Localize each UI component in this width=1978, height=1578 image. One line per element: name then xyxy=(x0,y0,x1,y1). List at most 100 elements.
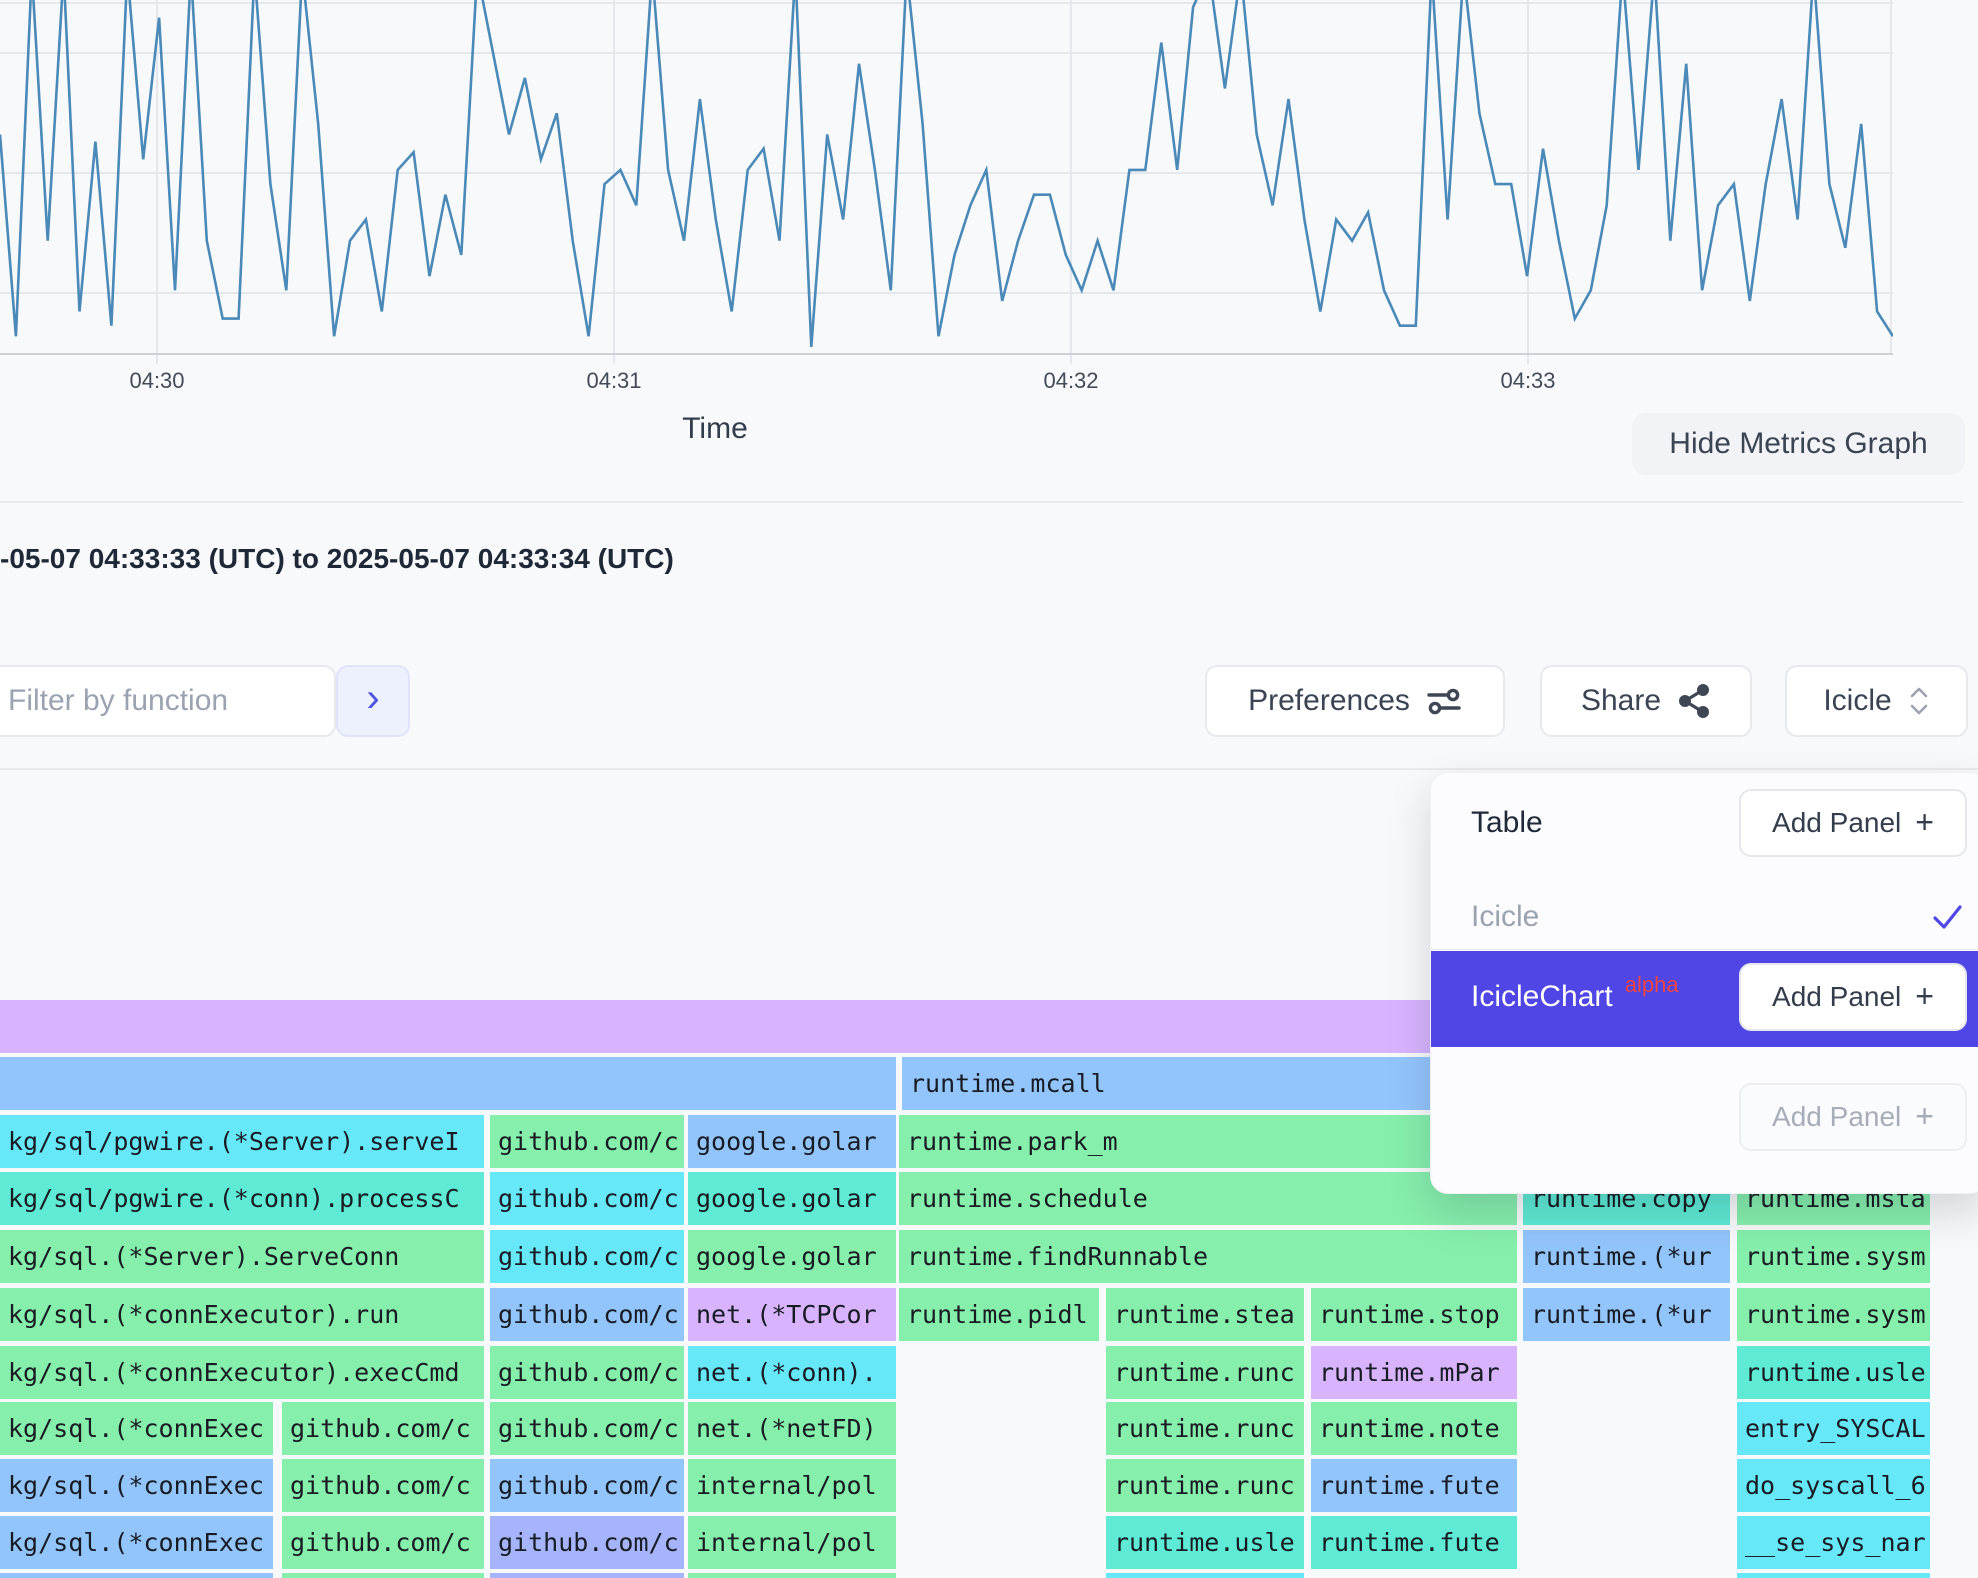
flame-cell[interactable]: runtime.fute xyxy=(1311,1516,1517,1569)
x-axis-tick: 04:33 xyxy=(1468,368,1588,394)
filter-by-function-input[interactable] xyxy=(0,665,336,737)
filter-submit-button[interactable]: › xyxy=(336,665,410,737)
plus-icon: + xyxy=(1915,804,1934,841)
add-panel-label: Add Panel xyxy=(1772,807,1901,839)
flame-cell[interactable] xyxy=(1737,1573,1930,1578)
flame-cell[interactable]: runtime.usle xyxy=(1737,1346,1930,1399)
flame-cell[interactable]: runtime.(*ur xyxy=(1523,1288,1730,1341)
menu-item-table[interactable]: Table xyxy=(1471,806,1543,840)
flame-row: kg/sql.(*connExecgithub.com/cgithub.com/… xyxy=(0,1402,1978,1455)
menu-divider xyxy=(1431,949,1978,950)
check-icon xyxy=(1927,897,1967,937)
flame-cell[interactable]: kg/sql/pgwire.(*Server).serveI xyxy=(0,1115,484,1168)
flame-cell[interactable]: do_syscall_6 xyxy=(1737,1459,1930,1512)
flame-cell[interactable]: runtime.findRunnable xyxy=(899,1230,1517,1283)
flame-cell[interactable]: google.golar xyxy=(688,1115,896,1168)
flame-cell[interactable]: github.com/c xyxy=(282,1402,484,1455)
flame-cell[interactable]: internal/pol xyxy=(688,1516,896,1569)
flame-cell[interactable]: runtime.mPar xyxy=(1311,1346,1517,1399)
flame-row: kg/sql.(*connExecutor).rungithub.com/cne… xyxy=(0,1288,1978,1341)
flame-cell[interactable]: github.com/c xyxy=(490,1115,684,1168)
view-type-menu: Table Add Panel + Icicle IcicleChart alph… xyxy=(1430,772,1978,1194)
flame-cell[interactable]: github.com/c xyxy=(490,1172,684,1225)
profiler-page: 04:3004:3104:3204:33 Time Hide Metrics G… xyxy=(0,0,1978,1578)
flame-cell[interactable]: runtime.runc xyxy=(1106,1346,1304,1399)
add-panel-disabled-button: Add Panel + xyxy=(1739,1083,1967,1151)
alpha-badge: alpha xyxy=(1625,972,1679,997)
flame-cell[interactable]: runtime.stop xyxy=(1311,1288,1517,1341)
flame-cell[interactable] xyxy=(0,1573,273,1578)
flame-cell[interactable]: net.(*netFD) xyxy=(688,1402,896,1455)
view-type-value: Icicle xyxy=(1823,684,1891,718)
flame-cell[interactable]: net.(*TCPCor xyxy=(688,1288,896,1341)
section-divider xyxy=(0,501,1963,503)
flame-cell[interactable] xyxy=(688,1573,896,1578)
flame-cell[interactable]: runtime.stea xyxy=(1106,1288,1304,1341)
flame-cell[interactable]: runtime.runc xyxy=(1106,1459,1304,1512)
flame-cell[interactable]: runtime.sysm xyxy=(1737,1230,1930,1283)
flame-cell[interactable]: github.com/c xyxy=(490,1346,684,1399)
flame-cell[interactable] xyxy=(0,1057,896,1110)
add-panel-label: Add Panel xyxy=(1772,981,1901,1013)
flame-cell[interactable]: google.golar xyxy=(688,1172,896,1225)
flame-row: kg/sql.(*Server).ServeConngithub.com/cgo… xyxy=(0,1230,1978,1283)
flame-cell[interactable]: kg/sql/pgwire.(*conn).processC xyxy=(0,1172,484,1225)
flame-cell[interactable]: net.(*conn). xyxy=(688,1346,896,1399)
flamegraph-divider xyxy=(0,768,1978,770)
flame-cell[interactable]: runtime.fute xyxy=(1311,1459,1517,1512)
preferences-label: Preferences xyxy=(1248,684,1410,718)
flame-cell[interactable]: kg/sql.(*connExec xyxy=(0,1402,273,1455)
time-range-label: -05-07 04:33:33 (UTC) to 2025-05-07 04:3… xyxy=(0,543,674,575)
flame-cell[interactable]: kg/sql.(*connExecutor).execCmd xyxy=(0,1346,484,1399)
x-axis-tick: 04:32 xyxy=(1011,368,1131,394)
flame-cell[interactable]: github.com/c xyxy=(490,1516,684,1569)
flame-row: kg/sql.(*connExecutor).execCmdgithub.com… xyxy=(0,1346,1978,1399)
flame-cell[interactable]: github.com/c xyxy=(490,1230,684,1283)
flame-cell[interactable]: runtime.schedule xyxy=(899,1172,1517,1225)
flame-cell[interactable]: runtime.sysm xyxy=(1737,1288,1930,1341)
flame-cell[interactable]: github.com/c xyxy=(282,1516,484,1569)
flame-cell[interactable]: github.com/c xyxy=(490,1459,684,1512)
flame-cell[interactable]: github.com/c xyxy=(490,1402,684,1455)
flame-cell[interactable]: google.golar xyxy=(688,1230,896,1283)
x-axis-title: Time xyxy=(640,412,790,446)
flame-cell[interactable]: __se_sys_nar xyxy=(1737,1516,1930,1569)
flame-cell[interactable]: kg/sql.(*connExec xyxy=(0,1516,273,1569)
x-axis-tick: 04:30 xyxy=(97,368,217,394)
view-type-select[interactable]: Icicle xyxy=(1785,665,1968,737)
flame-cell[interactable] xyxy=(490,1573,684,1578)
add-panel-label: Add Panel xyxy=(1772,1101,1901,1133)
sliders-icon xyxy=(1426,684,1462,718)
iciclechart-label: IcicleChart xyxy=(1471,980,1613,1013)
share-label: Share xyxy=(1581,684,1661,718)
flame-cell[interactable] xyxy=(282,1573,484,1578)
submit-arrow-icon: › xyxy=(366,678,379,718)
hide-metrics-graph-button[interactable]: Hide Metrics Graph xyxy=(1632,413,1965,475)
add-panel-iciclechart-button[interactable]: Add Panel + xyxy=(1739,963,1967,1031)
flame-cell[interactable]: github.com/c xyxy=(490,1288,684,1341)
flame-cell[interactable]: kg/sql.(*connExecutor).run xyxy=(0,1288,484,1341)
share-icon xyxy=(1677,683,1711,719)
menu-item-icicle[interactable]: Icicle xyxy=(1471,900,1539,934)
x-axis-tick: 04:31 xyxy=(554,368,674,394)
flame-row xyxy=(0,1573,1978,1578)
flame-cell[interactable]: kg/sql.(*Server).ServeConn xyxy=(0,1230,484,1283)
flame-cell[interactable]: kg/sql.(*connExec xyxy=(0,1459,273,1512)
flame-cell[interactable]: runtime.(*ur xyxy=(1523,1230,1730,1283)
plus-icon: + xyxy=(1915,978,1934,1015)
flame-cell[interactable]: runtime.runc xyxy=(1106,1402,1304,1455)
flame-cell[interactable]: runtime.note xyxy=(1311,1402,1517,1455)
share-button[interactable]: Share xyxy=(1540,665,1752,737)
metrics-graph: 04:3004:3104:3204:33 xyxy=(0,0,1893,364)
flame-cell[interactable]: github.com/c xyxy=(282,1459,484,1512)
flame-cell[interactable] xyxy=(1106,1573,1304,1578)
metrics-line-chart xyxy=(0,0,1893,364)
plus-icon: + xyxy=(1915,1098,1934,1135)
add-panel-table-button[interactable]: Add Panel + xyxy=(1739,789,1967,857)
flame-cell[interactable]: runtime.pidl xyxy=(899,1288,1099,1341)
flame-cell[interactable]: runtime.usle xyxy=(1106,1516,1304,1569)
preferences-button[interactable]: Preferences xyxy=(1205,665,1505,737)
flame-row: kg/sql.(*connExecgithub.com/cgithub.com/… xyxy=(0,1459,1978,1512)
flame-cell[interactable]: entry_SYSCAL xyxy=(1737,1402,1930,1455)
flame-cell[interactable]: internal/pol xyxy=(688,1459,896,1512)
